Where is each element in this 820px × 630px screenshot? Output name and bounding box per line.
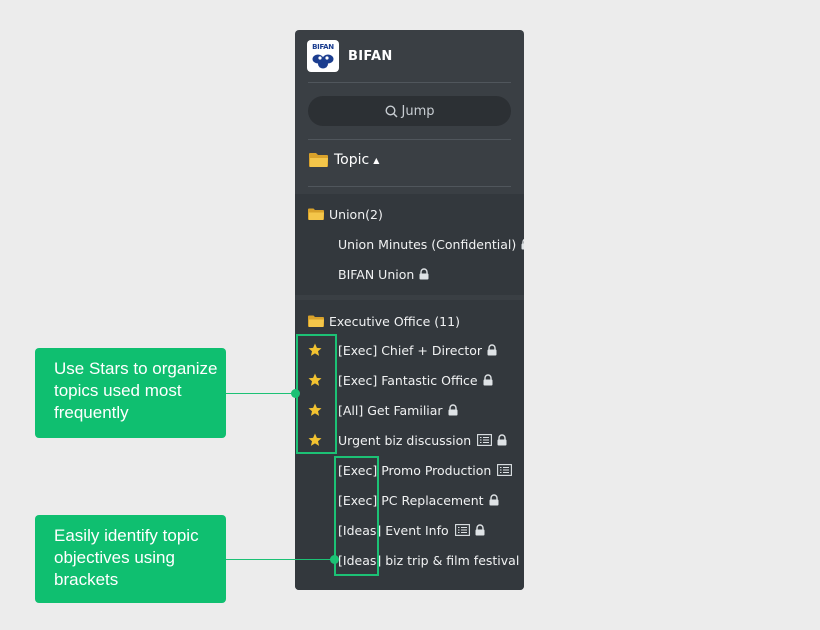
lock-icon [482,374,494,386]
document-icon [454,524,470,536]
brackets-highlight-box [334,456,379,576]
topic-header[interactable]: Topic ▲ [309,152,379,168]
lock-icon [486,344,498,356]
document-icon [477,434,493,446]
group-header-union[interactable]: Union(2) [308,199,383,229]
callout-text: frequently [54,403,129,422]
topic-header-label: Topic [334,152,370,168]
callout-text: Easily identify topic [54,526,199,545]
topic-label: Urgent biz discussion [338,432,472,448]
stars-connector-dot [291,389,300,398]
lock-icon [520,238,524,250]
callout-text: objectives using [54,548,175,567]
lock-icon [418,268,430,280]
topic-item[interactable]: Union Minutes (Confidential) [338,229,524,259]
lock-icon [523,554,524,566]
folder-icon [308,315,324,327]
group-label: Executive Office (11) [329,313,460,329]
brackets-callout: Easily identify topic objectives using b… [35,515,226,603]
divider [308,82,511,83]
topic-label: [Exec] Fantastic Office [338,372,478,388]
topic-item[interactable]: BIFAN Union [338,259,430,289]
stars-connector-line [226,393,296,394]
callout-text: brackets [54,570,119,589]
callout-text: topics used most [54,381,182,400]
divider [308,139,511,140]
workspace-brand[interactable]: BIFAN BIFAN [307,40,393,72]
group-header-executive-office[interactable]: Executive Office (11) [308,306,460,336]
jump-label: Jump [401,103,435,119]
folder-icon [308,208,324,220]
group-union: Union(2) Union Minutes (Confidential) BI… [295,194,524,295]
topic-item[interactable]: Urgent biz discussion [338,425,508,455]
stars-callout: Use Stars to organize topics used most f… [35,348,226,438]
brackets-connector-line [226,559,335,560]
divider [308,186,511,187]
caret-up-icon: ▲ [373,155,380,165]
document-icon [497,464,513,476]
group-label: Union(2) [329,206,383,222]
callout-text: Use Stars to organize [54,359,218,378]
stars-highlight-box [296,334,337,454]
topic-label: BIFAN Union [338,266,415,282]
logo-mark-icon [312,54,334,69]
topic-label: [All] Get Familiar [338,402,443,418]
workspace-name: BIFAN [348,48,393,64]
brackets-connector-dot [330,555,339,564]
topic-item[interactable]: [All] Get Familiar [338,395,459,425]
lock-icon [496,434,508,446]
jump-button[interactable]: Jump [308,96,511,126]
channel-sidebar: BIFAN BIFAN Jump Topic ▲ Union(2) Union … [295,30,524,590]
topic-item[interactable]: [Exec] Fantastic Office [338,365,494,395]
bifan-logo: BIFAN [307,40,339,72]
topic-label: Union Minutes (Confidential) [338,236,517,252]
topic-label: [Exec] Chief + Director [338,342,483,358]
topic-item[interactable]: [Exec] Chief + Director [338,335,498,365]
lock-icon [474,524,486,536]
folder-icon [309,152,329,168]
search-icon [384,104,398,118]
lock-icon [447,404,459,416]
lock-icon [488,494,500,506]
